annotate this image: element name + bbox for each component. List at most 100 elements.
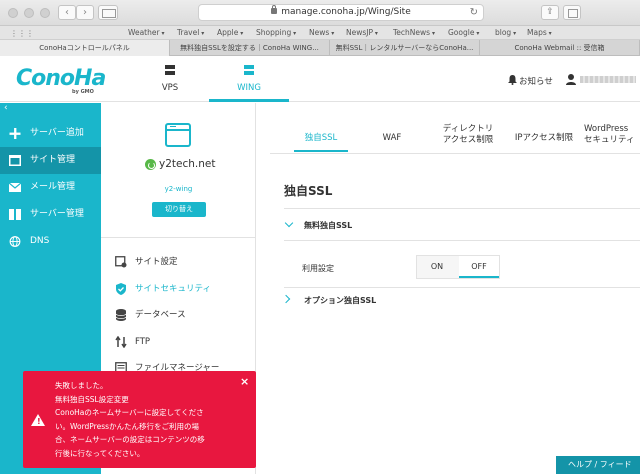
forward-button[interactable]: › [76, 5, 94, 20]
submenu-label: データベース [135, 310, 186, 320]
browser-titlebar: ‹ › manage.conoha.jp/Wing/Site ↻ ⇪ [0, 0, 640, 26]
nav-item-mail-management[interactable]: メール管理 [0, 174, 101, 201]
submenu-label: サイトセキュリティ [135, 284, 211, 294]
tab-divider [270, 153, 640, 154]
submenu-database[interactable]: データベース [101, 304, 256, 326]
bookmark-item[interactable]: NewsJP [346, 28, 378, 37]
user-name-blurred[interactable] [580, 76, 636, 83]
database-icon [115, 309, 127, 321]
browser-tabstrip: ConoHaコントロールパネル 無料独自SSLを設定する｜ConoHa WING… [0, 40, 640, 56]
chevron-right-icon[interactable] [281, 294, 291, 304]
site-settings-icon [115, 256, 127, 268]
plus-icon [9, 128, 21, 139]
nav-wing-label: WING [237, 83, 261, 93]
nav-item-site-management[interactable]: サイト管理 [0, 147, 101, 174]
nav-item-add-server[interactable]: サーバー追加 [0, 120, 101, 147]
tab-ip-access[interactable]: IPアクセス制限 [508, 124, 580, 152]
browser-window-icon [165, 123, 191, 147]
nav-vps-label: VPS [161, 83, 179, 93]
chevron-right-icon: › [83, 7, 87, 18]
mail-icon [9, 182, 21, 192]
share-button[interactable]: ⇪ [541, 5, 559, 20]
ftp-icon [115, 336, 127, 348]
bookmark-item[interactable]: blog [495, 28, 516, 37]
nav-item-dns[interactable]: DNS [0, 228, 101, 255]
chevron-left-icon: ‹ [65, 7, 69, 18]
submenu-site-security[interactable]: サイトセキュリティ [101, 278, 256, 300]
tab-wordpress-security[interactable]: WordPress セキュリティ [584, 124, 640, 152]
url-text: manage.conoha.jp/Wing/Site [281, 7, 411, 17]
collapse-nav-button[interactable]: ‹ [0, 103, 101, 113]
divider [101, 237, 256, 238]
main-content: 独自SSL WAF ディレクトリ アクセス制限 IPアクセス制限 WordPre… [256, 103, 640, 474]
toggle-off-option[interactable]: OFF [459, 256, 499, 278]
logo-subtitle: by GMO [72, 89, 94, 95]
bookmark-item[interactable]: Google [448, 28, 479, 37]
submenu-ftp[interactable]: FTP [101, 331, 256, 353]
address-bar[interactable]: manage.conoha.jp/Wing/Site ↻ [198, 4, 484, 21]
submenu-site-settings[interactable]: サイト設定 [101, 251, 256, 273]
grid-icon[interactable]: ⋮⋮⋮ [10, 29, 34, 38]
nav-vps[interactable]: VPS [130, 56, 210, 102]
nav-item-label: DNS [30, 236, 50, 246]
sidebar-toggle-button[interactable] [98, 5, 118, 20]
nav-item-label: メール管理 [30, 182, 76, 192]
bookmark-item[interactable]: News [309, 28, 334, 37]
notice-link[interactable]: お知らせ [519, 75, 553, 87]
nav-wing[interactable]: WING [209, 56, 289, 102]
nav-item-label: サーバー管理 [30, 209, 84, 219]
divider [284, 240, 640, 241]
app-header: ConoHa by GMO VPS WING お知らせ [0, 56, 640, 102]
show-tabs-button[interactable] [563, 5, 581, 20]
tab-directory-access[interactable]: ディレクトリ アクセス制限 [432, 124, 504, 152]
user-icon[interactable] [566, 74, 576, 85]
bookmarks-bar: ⋮⋮⋮ Weather Travel Apple Shopping News N… [0, 26, 640, 40]
toast-message: 失敗しました。 無料独自SSL設定変更 ConoHaのネームサーバーに設定してく… [55, 381, 205, 458]
divider [284, 208, 640, 209]
toggle-on-option[interactable]: ON [417, 256, 457, 278]
error-toast: ! × 失敗しました。 無料独自SSL設定変更 ConoHaのネームサーバーに設… [23, 371, 256, 468]
minimize-window-button[interactable] [24, 8, 34, 18]
close-window-button[interactable] [8, 8, 18, 18]
bookmark-item[interactable]: Shopping [256, 28, 296, 37]
help-feedback-button[interactable]: ヘルプ / フィード [556, 456, 640, 474]
section-free-ssl[interactable]: 無料独自SSL [304, 220, 352, 231]
page-title: 独自SSL [284, 184, 333, 198]
nav-item-label: サイト管理 [30, 155, 76, 165]
lock-icon [271, 5, 278, 14]
bookmark-item[interactable]: Apple [217, 28, 243, 37]
server-icon [165, 65, 175, 75]
bookmark-item[interactable]: Maps [527, 28, 552, 37]
conoha-logo[interactable]: ConoHa [16, 66, 106, 91]
use-setting-label: 利用設定 [302, 264, 334, 273]
chevron-down-icon[interactable] [284, 218, 294, 228]
share-icon: ⇪ [546, 7, 554, 17]
bookmark-item[interactable]: TechNews [393, 28, 435, 37]
ssl-toggle[interactable]: ON OFF [416, 255, 500, 279]
tab-waf[interactable]: WAF [368, 124, 416, 152]
site-server-name: y2-wing [164, 185, 193, 193]
site-name: y2tech.net [159, 158, 216, 170]
bookmark-item[interactable]: Weather [128, 28, 165, 37]
nav-item-label: サーバー追加 [30, 128, 84, 138]
submenu-label: サイト設定 [135, 257, 178, 267]
section-option-ssl[interactable]: オプション独自SSL [304, 295, 376, 306]
globe-icon [9, 236, 21, 247]
bell-icon[interactable] [508, 75, 517, 85]
nav-item-server-management[interactable]: サーバー管理 [0, 201, 101, 228]
submenu-label: FTP [135, 337, 151, 347]
browser-tab[interactable]: ConoHaコントロールパネル [0, 40, 170, 56]
warning-mark: ! [37, 417, 41, 426]
reload-icon[interactable]: ↻ [470, 5, 478, 20]
tab-custom-ssl[interactable]: 独自SSL [294, 124, 348, 152]
switch-site-button[interactable]: 切り替え [152, 202, 206, 217]
browser-tab[interactable]: 無料独自SSLを設定する｜ConoHa WING... [170, 40, 330, 56]
browser-tab[interactable]: ConoHa Webmail :: 受信箱 [480, 40, 640, 56]
site-icon [9, 155, 21, 166]
power-status-icon [145, 159, 156, 170]
server-icon [9, 209, 21, 220]
back-button[interactable]: ‹ [58, 5, 76, 20]
browser-tab[interactable]: 無料SSL｜レンタルサーバーならConoHa... [330, 40, 480, 56]
bookmark-item[interactable]: Travel [177, 28, 204, 37]
zoom-window-button[interactable] [40, 8, 50, 18]
